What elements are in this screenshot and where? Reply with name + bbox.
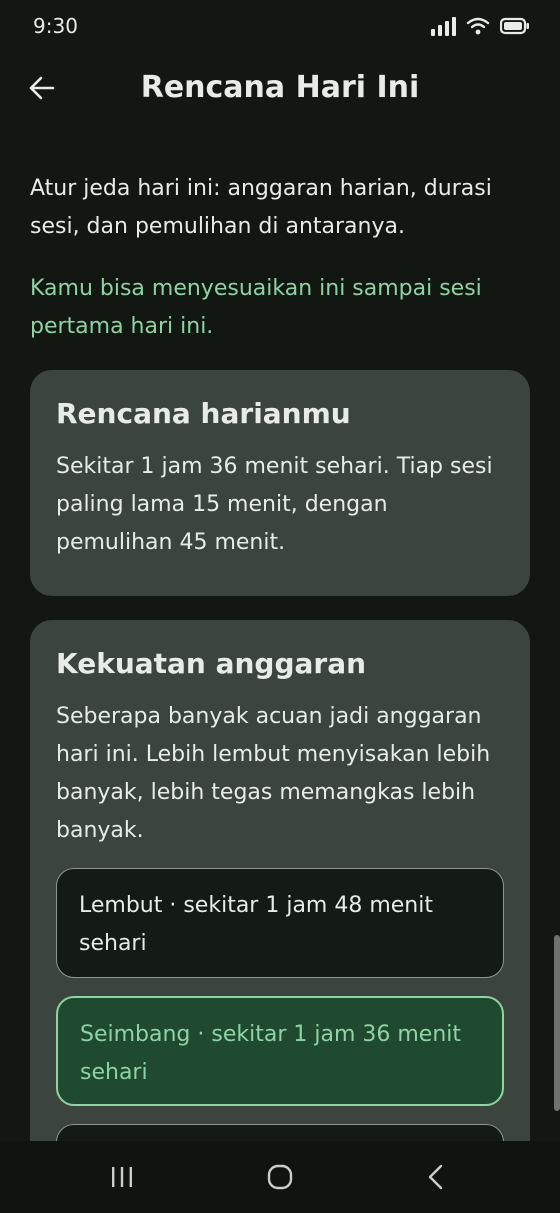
home-button[interactable] bbox=[258, 1157, 302, 1197]
budget-option-balanced[interactable]: Seimbang · sekitar 1 jam 36 menit sehari bbox=[56, 996, 504, 1106]
status-time: 9:30 bbox=[33, 14, 78, 38]
budget-option-label: Lembut · sekitar 1 jam 48 menit sehari bbox=[79, 893, 433, 956]
intro-text: Atur jeda hari ini: anggaran harian, dur… bbox=[30, 176, 492, 239]
page-title: Rencana Hari Ini bbox=[140, 70, 420, 105]
scrollbar[interactable] bbox=[554, 935, 560, 1111]
budget-strength-body: Seberapa banyak acuan jadi anggaran hari… bbox=[56, 704, 491, 843]
note-text: Kamu bisa menyesuaikan ini sampai sesi p… bbox=[30, 276, 482, 339]
home-icon bbox=[267, 1164, 293, 1190]
status-icons bbox=[430, 16, 530, 36]
wifi-icon bbox=[466, 17, 490, 35]
daily-plan-card: Rencana harianmu Sekitar 1 jam 36 menit … bbox=[30, 370, 530, 596]
navigation-bar bbox=[0, 1141, 560, 1213]
app-bar: Rencana Hari Ini bbox=[0, 56, 560, 122]
back-nav-button[interactable] bbox=[414, 1157, 458, 1197]
daily-plan-body: Sekitar 1 jam 36 menit sehari. Tiap sesi… bbox=[56, 454, 493, 555]
budget-option-gentle[interactable]: Lembut · sekitar 1 jam 48 menit sehari bbox=[56, 868, 504, 978]
content: Atur jeda hari ini: anggaran harian, dur… bbox=[30, 170, 530, 1180]
budget-strength-title: Kekuatan anggaran bbox=[56, 647, 367, 680]
signal-icon bbox=[431, 17, 456, 36]
budget-option-label: Seimbang · sekitar 1 jam 36 menit sehari bbox=[80, 1022, 462, 1085]
daily-plan-title: Rencana harianmu bbox=[56, 397, 351, 430]
back-nav-icon bbox=[428, 1164, 443, 1190]
recents-button[interactable] bbox=[100, 1157, 144, 1197]
budget-strength-card: Kekuatan anggaran Seberapa banyak acuan … bbox=[30, 620, 530, 1180]
status-bar: 9:30 bbox=[0, 0, 560, 56]
recents-icon bbox=[112, 1167, 132, 1187]
battery-icon bbox=[500, 17, 529, 35]
